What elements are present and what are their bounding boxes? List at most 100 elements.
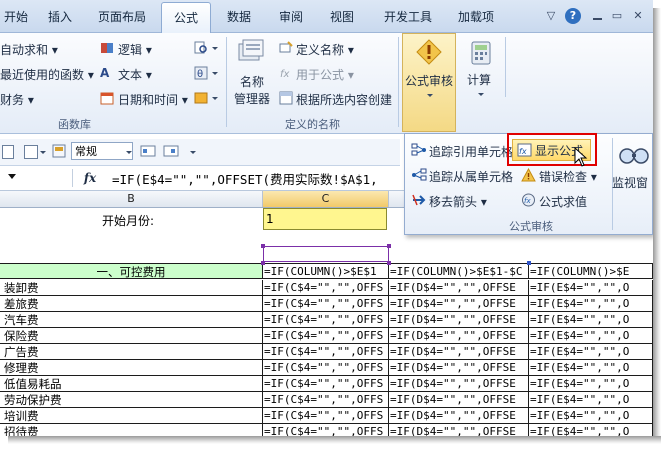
create-from-selection-button[interactable]: 根据所选内容创建 xyxy=(296,91,392,108)
new-doc-icon[interactable] xyxy=(2,145,14,159)
formula-cell[interactable]: =IF(D$4="","",OFFSE xyxy=(389,296,529,312)
selection-handle[interactable] xyxy=(261,244,265,248)
formula-cell[interactable]: =IF(E$4="","",O xyxy=(529,360,653,376)
tab-review[interactable]: 审阅 xyxy=(274,4,308,30)
tab-view[interactable]: 视图 xyxy=(325,4,359,30)
format-painter-icon[interactable] xyxy=(52,144,66,158)
window-close-icon[interactable]: ✕ xyxy=(631,9,645,23)
number-format-combo[interactable]: 常规 xyxy=(71,142,133,160)
formula-cell[interactable]: =IF(C$4="","",OFFS xyxy=(263,280,389,296)
formula-cell[interactable]: =IF(E$4="","",O xyxy=(529,312,653,328)
name-manager-label-line1[interactable]: 名称 xyxy=(240,73,264,90)
formula-cell[interactable]: =IF(C$4="","",OFFS xyxy=(263,424,389,436)
lookup-dropdown-icon[interactable] xyxy=(212,47,218,50)
column-header-b[interactable]: B xyxy=(0,191,263,207)
financial-button[interactable]: 财务 ▾ xyxy=(0,91,34,108)
tab-page-layout[interactable]: 页面布局 xyxy=(92,4,152,30)
formula-cell[interactable]: =IF(E$4="","",O xyxy=(529,344,653,360)
start-month-input[interactable]: 1 xyxy=(263,208,387,230)
formula-cell[interactable]: =IF(E$4="","",O xyxy=(529,376,653,392)
expense-item-cell[interactable]: 汽车费 xyxy=(0,312,263,328)
formula-cell[interactable]: =IF(D$4="","",OFFSE xyxy=(389,424,529,436)
increase-decimal-icon[interactable] xyxy=(163,144,179,158)
math-icon[interactable]: θ xyxy=(194,66,208,80)
formula-auditing-button[interactable]: 公式审核 xyxy=(402,33,456,132)
formula-cell[interactable]: =IF(E$4="","",O xyxy=(529,408,653,424)
formula-cell[interactable]: =IF(C$4="","",OFFS xyxy=(263,344,389,360)
evaluate-formula-button[interactable]: 公式求值 xyxy=(539,193,587,210)
formula-cell[interactable]: =IF(D$4="","",OFFSE xyxy=(389,376,529,392)
number-format-dropdown-icon[interactable] xyxy=(126,151,132,154)
formula-cell[interactable]: =IF(D$4="","",OFFSE xyxy=(389,312,529,328)
formula-cell[interactable]: =IF(E$4="","",O xyxy=(529,280,653,296)
text-button[interactable]: 文本 ▾ xyxy=(118,66,152,83)
formula-cell[interactable]: =IF(E$4="","",O xyxy=(529,424,653,436)
tab-developer[interactable]: 开发工具 xyxy=(379,4,437,30)
expense-item-cell[interactable]: 劳动保护费 xyxy=(0,392,263,408)
tab-addins[interactable]: 加载项 xyxy=(452,4,500,30)
tab-data[interactable]: 数据 xyxy=(222,4,256,30)
tab-formulas[interactable]: 公式 xyxy=(161,2,211,33)
calculation-dropdown-icon[interactable] xyxy=(478,93,484,96)
formula-cell[interactable]: =IF(D$4="","",OFFSE xyxy=(389,280,529,296)
toolbar-more-icon[interactable] xyxy=(190,151,196,154)
formula-cell[interactable]: =IF(C$4="","",OFFS xyxy=(263,296,389,312)
window-restore-icon[interactable]: ▭ xyxy=(610,9,624,23)
define-name-button[interactable]: 定义名称 ▾ xyxy=(296,41,354,58)
autosum-button[interactable]: 自动求和 ▾ xyxy=(0,41,58,58)
more-functions-dropdown-icon[interactable] xyxy=(212,97,218,100)
watch-window-button[interactable]: 监视窗 xyxy=(612,174,648,191)
formula-cell[interactable]: =IF(C$4="","",OFFS xyxy=(263,312,389,328)
selection-handle[interactable] xyxy=(387,244,391,248)
expense-item-cell[interactable]: 差旅费 xyxy=(0,296,263,312)
use-in-formula-button[interactable]: 用于公式 ▾ xyxy=(296,66,354,83)
header-formula-cell[interactable]: =IF(COLUMN()>$E$1 xyxy=(263,263,389,279)
expense-item-cell[interactable]: 修理费 xyxy=(0,360,263,376)
formula-cell[interactable]: =IF(E$4="","",O xyxy=(529,328,653,344)
expense-item-cell[interactable]: 保险费 xyxy=(0,328,263,344)
tab-home[interactable]: 开始 xyxy=(0,4,36,30)
selected-cell[interactable] xyxy=(263,246,389,262)
formula-cell[interactable]: =IF(E$4="","",O xyxy=(529,296,653,312)
formula-cell[interactable]: =IF(C$4="","",OFFS xyxy=(263,328,389,344)
formula-cell[interactable]: =IF(D$4="","",OFFSE xyxy=(389,392,529,408)
expense-item-cell[interactable]: 广告费 xyxy=(0,344,263,360)
help-icon[interactable]: ? xyxy=(565,8,581,24)
expense-item-cell[interactable]: 低值易耗品 xyxy=(0,376,263,392)
calculation-button[interactable]: 计算 xyxy=(467,71,491,88)
border-dropdown-icon[interactable] xyxy=(40,151,46,154)
formula-cell[interactable]: =IF(C$4="","",OFFS xyxy=(263,360,389,376)
expense-item-cell[interactable]: 招待费 xyxy=(0,424,263,436)
column-header-c[interactable]: C xyxy=(263,191,389,207)
formula-input[interactable]: =IF(E$4="","",OFFSET(费用实际数!$A$1, xyxy=(112,169,378,188)
expense-item-cell[interactable]: 培训费 xyxy=(0,408,263,424)
formula-cell[interactable]: =IF(D$4="","",OFFSE xyxy=(389,328,529,344)
trace-dependents-button[interactable]: 追踪从属单元格 xyxy=(429,168,513,185)
formula-cell[interactable]: =IF(C$4="","",OFFS xyxy=(263,376,389,392)
formula-cell[interactable]: =IF(D$4="","",OFFSE xyxy=(389,360,529,376)
border-icon[interactable] xyxy=(24,145,38,159)
formula-cell[interactable]: =IF(D$4="","",OFFSE xyxy=(389,408,529,424)
window-minimize-icon[interactable] xyxy=(590,9,604,23)
formula-cell[interactable]: =IF(C$4="","",OFFS xyxy=(263,408,389,424)
datetime-button[interactable]: 日期和时间 ▾ xyxy=(118,91,188,108)
name-box-dropdown-icon[interactable] xyxy=(8,174,16,179)
tab-insert[interactable]: 插入 xyxy=(44,4,76,30)
error-checking-button[interactable]: 错误检查 ▾ xyxy=(539,168,597,185)
insert-function-icon[interactable]: fx xyxy=(80,168,100,188)
formula-cell[interactable]: =IF(C$4="","",OFFS xyxy=(263,392,389,408)
name-manager-label-line2[interactable]: 管理器 xyxy=(234,90,270,107)
lookup-icon[interactable] xyxy=(194,41,208,55)
formula-cell[interactable]: =IF(D$4="","",OFFSE xyxy=(389,344,529,360)
trace-precedents-button[interactable]: 追踪引用单元格 xyxy=(429,143,513,160)
remove-arrows-button[interactable]: 移去箭头 ▾ xyxy=(429,193,487,210)
more-functions-icon[interactable] xyxy=(194,91,208,105)
decrease-decimal-icon[interactable] xyxy=(140,144,156,158)
header-formula-cell[interactable]: =IF(COLUMN()>$E$1-$C xyxy=(389,263,529,279)
header-formula-cell[interactable]: =IF(COLUMN()>$E xyxy=(529,263,653,279)
math-dropdown-icon[interactable] xyxy=(212,72,218,75)
section-header-cell[interactable]: 一、可控费用 xyxy=(0,263,263,279)
ribbon-minimize-icon[interactable]: ▽ xyxy=(544,9,558,23)
recent-functions-button[interactable]: 最近使用的函数 ▾ xyxy=(0,66,94,83)
expense-item-cell[interactable]: 装卸费 xyxy=(0,280,263,296)
